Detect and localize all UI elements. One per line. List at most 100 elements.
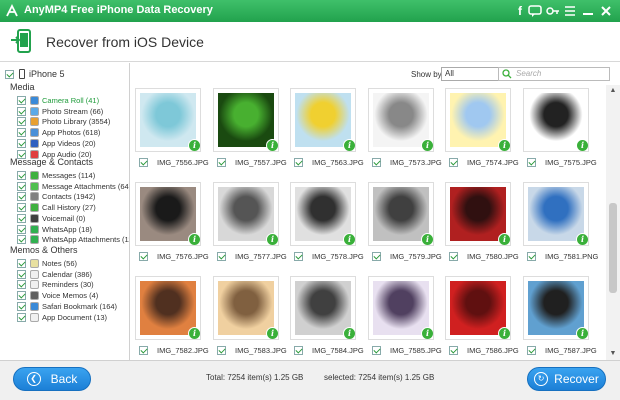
photo-thumbnail[interactable]: i xyxy=(290,88,356,152)
photo-checkbox[interactable] xyxy=(372,252,381,261)
photo-thumbnail[interactable]: i xyxy=(445,88,511,152)
info-icon[interactable]: i xyxy=(498,327,510,339)
photo-thumbnail[interactable]: i xyxy=(135,276,201,340)
sidebar-item[interactable]: Notes (56) xyxy=(17,258,77,269)
sidebar-item[interactable]: Calendar (386) xyxy=(17,269,92,280)
info-icon[interactable]: i xyxy=(188,233,200,245)
sidebar-item-checkbox[interactable] xyxy=(17,291,26,301)
photo-thumbnail[interactable]: i xyxy=(135,182,201,246)
photo-thumbnail[interactable]: i xyxy=(368,276,434,340)
photo-thumbnail[interactable]: i xyxy=(213,88,279,152)
back-button[interactable]: ❮ Back xyxy=(13,367,91,391)
sidebar-item[interactable]: Voicemail (0) xyxy=(17,213,85,224)
photo-checkbox[interactable] xyxy=(139,252,148,261)
close-icon[interactable] xyxy=(598,3,614,19)
sidebar-item-checkbox[interactable] xyxy=(17,301,26,311)
photo-checkbox[interactable] xyxy=(449,346,458,355)
photo-item[interactable]: i IMG_7585.JPG xyxy=(368,276,442,360)
sidebar-item-checkbox[interactable] xyxy=(17,128,26,138)
sidebar-item-checkbox[interactable] xyxy=(17,312,26,322)
photo-item[interactable]: i IMG_7587.JPG xyxy=(523,276,597,360)
photo-checkbox[interactable] xyxy=(527,346,536,355)
info-icon[interactable]: i xyxy=(421,139,433,151)
sidebar-item[interactable]: Contacts (1942) xyxy=(17,191,95,202)
photo-item[interactable]: i IMG_7557.JPG xyxy=(213,88,287,176)
info-icon[interactable]: i xyxy=(188,327,200,339)
sidebar-item[interactable]: Safari Bookmark (164) xyxy=(17,301,117,312)
photo-checkbox[interactable] xyxy=(449,252,458,261)
info-icon[interactable]: i xyxy=(498,233,510,245)
scroll-up-icon[interactable]: ▲ xyxy=(606,85,620,97)
photo-checkbox[interactable] xyxy=(217,346,226,355)
sidebar-item[interactable]: Photo Library (3554) xyxy=(17,116,110,127)
sidebar-item-checkbox[interactable] xyxy=(17,171,26,180)
info-icon[interactable]: i xyxy=(266,327,278,339)
sidebar-item[interactable]: Reminders (30) xyxy=(17,279,94,290)
photo-item[interactable]: i IMG_7581.PNG xyxy=(523,182,598,270)
photo-item[interactable]: i IMG_7580.JPG xyxy=(445,182,519,270)
sidebar-item[interactable]: WhatsApp (18) xyxy=(17,224,92,235)
photo-thumbnail[interactable]: i xyxy=(290,276,356,340)
photo-checkbox[interactable] xyxy=(294,158,303,167)
info-icon[interactable]: i xyxy=(343,139,355,151)
info-icon[interactable]: i xyxy=(576,233,588,245)
photo-thumbnail[interactable]: i xyxy=(368,182,434,246)
sidebar-item[interactable]: WhatsApp Attachments (117) xyxy=(17,234,129,245)
photo-item[interactable]: i IMG_7563.JPG xyxy=(290,88,364,176)
chat-icon[interactable] xyxy=(527,3,543,19)
sidebar-item-checkbox[interactable] xyxy=(17,106,26,116)
sidebar-item[interactable]: App Document (13) xyxy=(17,312,107,323)
sidebar-item-checkbox[interactable] xyxy=(17,235,26,245)
info-icon[interactable]: i xyxy=(188,139,200,151)
sidebar-item[interactable]: App Photos (618) xyxy=(17,127,100,138)
photo-item[interactable]: i IMG_7574.JPG xyxy=(445,88,519,176)
photo-thumbnail[interactable]: i xyxy=(445,182,511,246)
sidebar-item-checkbox[interactable] xyxy=(17,138,26,148)
photo-thumbnail[interactable]: i xyxy=(523,276,589,340)
sidebar-item-checkbox[interactable] xyxy=(17,269,26,279)
photo-item[interactable]: i IMG_7578.JPG xyxy=(290,182,364,270)
photo-thumbnail[interactable]: i xyxy=(523,182,589,246)
photo-checkbox[interactable] xyxy=(294,252,303,261)
photo-item[interactable]: i IMG_7575.JPG xyxy=(523,88,597,176)
sidebar-item[interactable]: App Videos (20) xyxy=(17,138,96,149)
search-input[interactable]: Search xyxy=(498,67,610,81)
key-icon[interactable] xyxy=(545,3,561,19)
photo-item[interactable]: i IMG_7577.JPG xyxy=(213,182,287,270)
device-row[interactable]: iPhone 5 xyxy=(5,67,65,81)
sidebar-item-checkbox[interactable] xyxy=(17,192,26,202)
sidebar-item[interactable]: Voice Memos (4) xyxy=(17,290,98,301)
photo-thumbnail[interactable]: i xyxy=(213,276,279,340)
grid-scrollbar[interactable]: ▲ ▼ xyxy=(606,85,620,360)
photo-item[interactable]: i IMG_7582.JPG xyxy=(135,276,209,360)
photo-checkbox[interactable] xyxy=(294,346,303,355)
scrollbar-thumb[interactable] xyxy=(609,203,617,293)
sidebar-item-checkbox[interactable] xyxy=(17,280,26,290)
sidebar-item-checkbox[interactable] xyxy=(17,203,26,213)
photo-checkbox[interactable] xyxy=(449,158,458,167)
photo-thumbnail[interactable]: i xyxy=(290,182,356,246)
photo-checkbox[interactable] xyxy=(527,252,536,261)
photo-thumbnail[interactable]: i xyxy=(445,276,511,340)
info-icon[interactable]: i xyxy=(266,233,278,245)
photo-checkbox[interactable] xyxy=(139,158,148,167)
info-icon[interactable]: i xyxy=(576,327,588,339)
sidebar-item[interactable]: Message Attachments (64) xyxy=(17,181,129,192)
sidebar-item-checkbox[interactable] xyxy=(17,259,26,268)
minimize-icon[interactable] xyxy=(580,3,596,19)
info-icon[interactable]: i xyxy=(421,327,433,339)
recover-button[interactable]: ↻ Recover xyxy=(527,367,606,391)
sidebar-item-checkbox[interactable] xyxy=(17,224,26,234)
photo-checkbox[interactable] xyxy=(372,158,381,167)
photo-thumbnail[interactable]: i xyxy=(213,182,279,246)
info-icon[interactable]: i xyxy=(343,233,355,245)
photo-thumbnail[interactable]: i xyxy=(368,88,434,152)
photo-item[interactable]: i IMG_7556.JPG xyxy=(135,88,209,176)
sidebar-item[interactable]: Photo Stream (66) xyxy=(17,106,103,117)
photo-item[interactable]: i IMG_7573.JPG xyxy=(368,88,442,176)
sidebar-item-checkbox[interactable] xyxy=(17,117,26,127)
photo-checkbox[interactable] xyxy=(372,346,381,355)
info-icon[interactable]: i xyxy=(421,233,433,245)
photo-checkbox[interactable] xyxy=(217,158,226,167)
facebook-icon[interactable]: f xyxy=(512,3,528,19)
